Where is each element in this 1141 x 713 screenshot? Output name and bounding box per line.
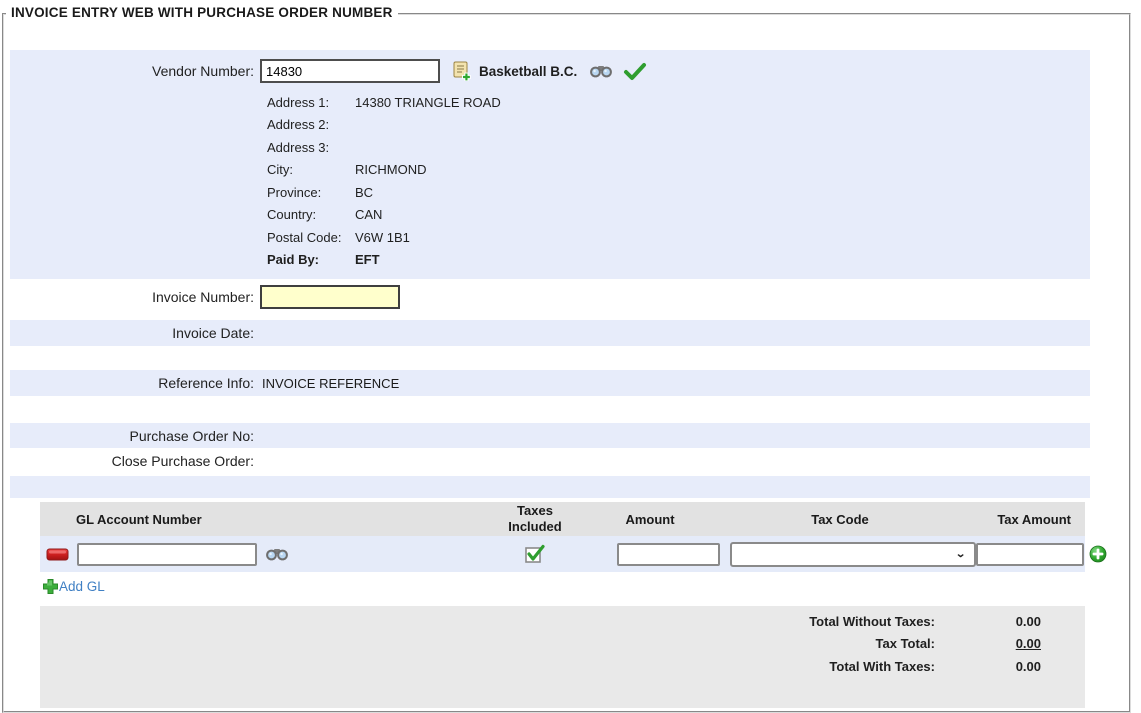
header-gl-account: GL Account Number (40, 512, 490, 527)
vendor-number-input[interactable] (260, 59, 440, 83)
reference-info-row: Reference Info: INVOICE REFERENCE (10, 370, 1090, 396)
close-purchase-order-label: Close Purchase Order: (10, 453, 260, 469)
total-without-taxes-value: 0.00 (935, 614, 1065, 629)
empty-band (10, 476, 1090, 498)
reference-info-label: Reference Info: (10, 375, 260, 391)
tax-amount-input[interactable] (976, 543, 1084, 566)
purchase-order-row: Purchase Order No: (10, 423, 1090, 448)
close-purchase-order-row: Close Purchase Order: (10, 448, 1090, 474)
add-vendor-icon[interactable] (452, 61, 473, 81)
country-label: Country: (267, 207, 355, 222)
purchase-order-label: Purchase Order No: (10, 428, 260, 444)
province-label: Province: (267, 185, 355, 200)
taxes-included-checkbox[interactable] (524, 543, 546, 565)
add-gl-row: Add GL (42, 574, 1090, 598)
address2-label: Address 2: (267, 117, 355, 132)
invoice-date-row: Invoice Date: (10, 320, 1090, 346)
vendor-search-binoculars-icon[interactable] (589, 62, 613, 80)
address1-label: Address 1: (267, 95, 355, 110)
invoice-number-input[interactable] (260, 285, 400, 309)
tax-code-select[interactable]: ⌄ (730, 542, 976, 567)
reference-info-value: INVOICE REFERENCE (260, 376, 399, 391)
postal-code-value: V6W 1B1 (355, 230, 410, 245)
address-row: Province: BC (267, 181, 1090, 204)
province-value: BC (355, 185, 373, 200)
header-tax-amount: Tax Amount (960, 512, 1085, 527)
invoice-entry-form: Vendor Number: Basketball B.C. (10, 50, 1090, 708)
address-row: Postal Code: V6W 1B1 (267, 226, 1090, 249)
gl-table-header: GL Account Number Taxes Included Amount … (40, 502, 1085, 536)
vendor-section: Vendor Number: Basketball B.C. (10, 50, 1090, 279)
tax-total-label: Tax Total: (40, 636, 935, 651)
amount-input[interactable] (617, 543, 720, 566)
address-row: Address 3: (267, 136, 1090, 159)
header-amount: Amount (580, 512, 720, 527)
tax-total-value[interactable]: 0.00 (935, 636, 1065, 651)
invoice-number-row: Invoice Number: (10, 279, 1090, 315)
gl-search-binoculars-icon[interactable] (265, 545, 289, 563)
address-row: Address 2: (267, 114, 1090, 137)
total-with-taxes-value: 0.00 (935, 659, 1065, 674)
chevron-down-icon: ⌄ (955, 548, 966, 561)
postal-code-label: Postal Code: (267, 230, 355, 245)
total-without-taxes-label: Total Without Taxes: (40, 614, 935, 629)
total-with-taxes-row: Total With Taxes: 0.00 (40, 655, 1085, 678)
vendor-valid-check-icon (623, 62, 647, 81)
vendor-number-label: Vendor Number: (10, 63, 260, 79)
city-value: RICHMOND (355, 162, 427, 177)
header-taxes-included: Taxes Included (490, 503, 580, 534)
address-row: Address 1: 14380 TRIANGLE ROAD (267, 91, 1090, 114)
vendor-address-block: Address 1: 14380 TRIANGLE ROAD Address 2… (267, 91, 1090, 271)
green-plus-icon[interactable] (42, 578, 59, 595)
address-row: City: RICHMOND (267, 159, 1090, 182)
address3-label: Address 3: (267, 140, 355, 155)
paid-by-value: EFT (355, 252, 380, 267)
paid-by-row: Paid By: EFT (267, 249, 1090, 272)
page-title: INVOICE ENTRY WEB WITH PURCHASE ORDER NU… (6, 5, 398, 20)
invoice-number-label: Invoice Number: (10, 289, 260, 305)
vendor-name-text: Basketball B.C. (479, 64, 577, 79)
header-tax-code: Tax Code (720, 512, 960, 527)
delete-row-icon[interactable] (46, 548, 69, 561)
gl-account-input[interactable] (77, 543, 257, 566)
total-without-taxes-row: Total Without Taxes: 0.00 (40, 610, 1085, 633)
city-label: City: (267, 162, 355, 177)
total-with-taxes-label: Total With Taxes: (40, 659, 935, 674)
invoice-date-label: Invoice Date: (10, 325, 260, 341)
paid-by-label: Paid By: (267, 252, 355, 267)
gl-table: GL Account Number Taxes Included Amount … (40, 502, 1085, 572)
gl-table-row: ⌄ (40, 536, 1085, 572)
totals-section: Total Without Taxes: 0.00 Tax Total: 0.0… (40, 606, 1085, 708)
add-gl-link[interactable]: Add GL (59, 579, 105, 594)
country-value: CAN (355, 207, 382, 222)
address1-value: 14380 TRIANGLE ROAD (355, 95, 501, 110)
address-row: Country: CAN (267, 204, 1090, 227)
add-row-plus-icon[interactable] (1089, 545, 1107, 563)
tax-total-row: Tax Total: 0.00 (40, 633, 1085, 656)
